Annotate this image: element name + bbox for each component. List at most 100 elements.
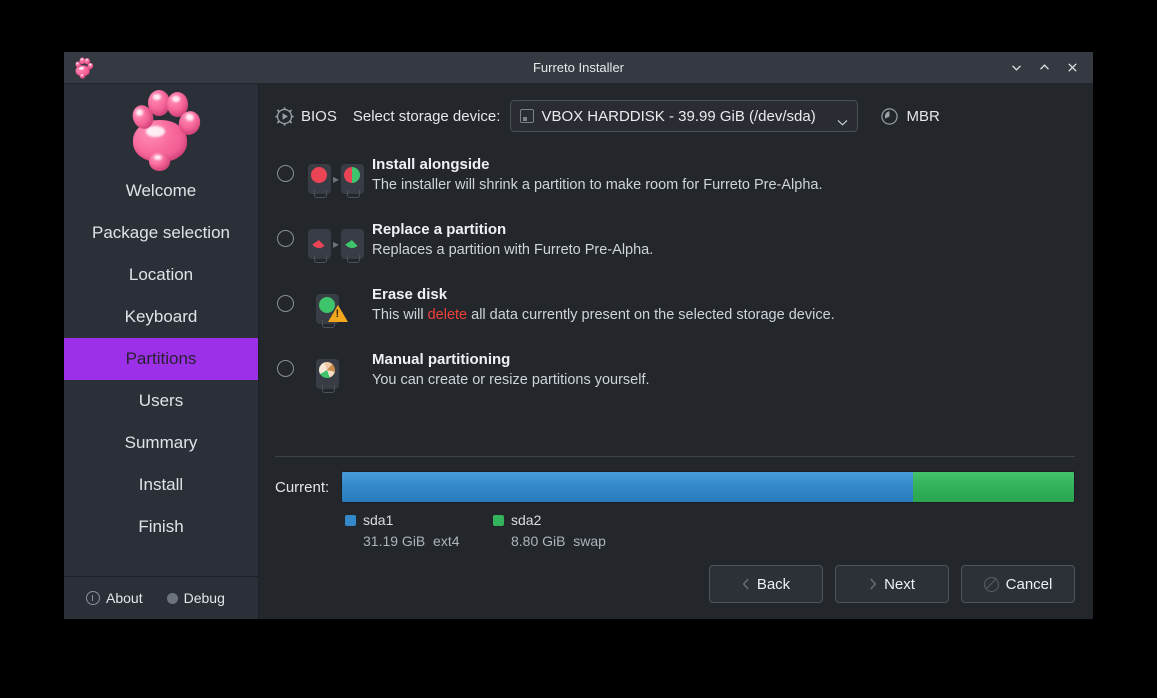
sidebar-footer: About Debug bbox=[64, 576, 258, 619]
install-options: ▸ Install alongside The installer will s… bbox=[259, 140, 1093, 406]
legend-detail: 8.80 GiB swap bbox=[493, 533, 641, 549]
warning-icon bbox=[328, 305, 348, 322]
partition-table-label: MBR bbox=[906, 107, 940, 125]
option-description: This will delete all data currently pres… bbox=[372, 307, 835, 323]
partition-legend: sda1 31.19 GiB ext4 sda2 8.80 GiB swap bbox=[275, 512, 1075, 549]
cancel-label: Cancel bbox=[1005, 575, 1053, 593]
sidebar-item-partitions[interactable]: Partitions bbox=[64, 338, 258, 380]
sidebar-item-label: Summary bbox=[124, 433, 198, 452]
debug-button[interactable]: Debug bbox=[166, 590, 225, 606]
radio-install-alongside[interactable] bbox=[277, 165, 294, 182]
partition-bar-row: Current: bbox=[275, 471, 1075, 503]
partition-segment-sda1[interactable] bbox=[342, 472, 913, 502]
window-controls bbox=[1005, 57, 1093, 79]
info-icon bbox=[86, 591, 100, 605]
legend-name: sda2 bbox=[511, 512, 542, 528]
device-row: BIOS Select storage device: VBOX HARDDIS… bbox=[259, 84, 1093, 140]
sidebar-item-package-selection[interactable]: Package selection bbox=[64, 212, 258, 254]
sidebar-item-users[interactable]: Users bbox=[64, 380, 258, 422]
paw-logo-icon bbox=[119, 88, 204, 174]
chevron-left-icon bbox=[742, 578, 750, 590]
sidebar-item-location[interactable]: Location bbox=[64, 254, 258, 296]
sidebar-logo bbox=[64, 84, 258, 171]
disk-pie-icon bbox=[880, 107, 899, 126]
sidebar: Welcome Package selection Location Keybo… bbox=[64, 84, 259, 619]
legend-swatch bbox=[493, 514, 504, 526]
legend-swatch bbox=[345, 514, 356, 526]
firmware-label: BIOS bbox=[301, 107, 337, 125]
window-title: Furreto Installer bbox=[532, 60, 625, 75]
partition-bar-label: Current: bbox=[275, 478, 330, 496]
option-title: Manual partitioning bbox=[372, 351, 511, 368]
option-title: Erase disk bbox=[372, 286, 448, 303]
option-description: Replaces a partition with Furreto Pre-Al… bbox=[372, 242, 654, 258]
radio-erase-disk[interactable] bbox=[277, 295, 294, 312]
partition-segment-sda2[interactable] bbox=[913, 472, 1074, 502]
legend-detail: 31.19 GiB ext4 bbox=[345, 533, 493, 549]
debug-icon bbox=[166, 592, 178, 604]
radio-replace-partition[interactable] bbox=[277, 230, 294, 247]
sidebar-item-label: Welcome bbox=[125, 181, 197, 200]
option-replace-partition[interactable]: ▸ Replace a partition Replaces a partiti… bbox=[275, 211, 1075, 276]
disk-replace-icon: ▸ bbox=[308, 222, 365, 266]
wizard-buttons: Back Next Cancel bbox=[259, 549, 1093, 619]
disk-shrink-icon: ▸ bbox=[308, 157, 365, 201]
storage-device-select[interactable]: VBOX HARDDISK - 39.99 GiB (/dev/sda) bbox=[510, 100, 859, 132]
sidebar-item-finish[interactable]: Finish bbox=[64, 506, 258, 548]
partition-preview: Current: sda1 31.19 GiB ext4 sda2 8.80 G… bbox=[275, 456, 1075, 549]
main-content: BIOS Select storage device: VBOX HARDDIS… bbox=[259, 84, 1093, 619]
sidebar-item-keyboard[interactable]: Keyboard bbox=[64, 296, 258, 338]
desc-highlight: delete bbox=[427, 307, 468, 323]
sidebar-nav: Welcome Package selection Location Keybo… bbox=[64, 170, 258, 548]
desc-part-1: This will bbox=[372, 307, 428, 323]
back-button[interactable]: Back bbox=[709, 565, 823, 603]
legend-item: sda2 8.80 GiB swap bbox=[493, 512, 641, 549]
close-button[interactable] bbox=[1061, 57, 1083, 79]
option-manual-partitioning[interactable]: Manual partitioning You can create or re… bbox=[275, 341, 1075, 406]
legend-fs: ext4 bbox=[433, 533, 460, 549]
sidebar-item-label: Finish bbox=[138, 517, 184, 536]
option-title: Replace a partition bbox=[372, 221, 507, 238]
chevron-down-icon bbox=[837, 113, 848, 126]
about-label: About bbox=[106, 590, 143, 606]
option-text: Install alongside The installer will shr… bbox=[372, 155, 822, 193]
partition-bar[interactable] bbox=[341, 471, 1075, 503]
sidebar-item-welcome[interactable]: Welcome bbox=[64, 170, 258, 212]
title-bar: Furreto Installer bbox=[64, 52, 1093, 84]
option-description: The installer will shrink a partition to… bbox=[372, 177, 823, 193]
option-text: Manual partitioning You can create or re… bbox=[372, 350, 650, 388]
sidebar-item-label: Partitions bbox=[125, 349, 197, 368]
minimize-button[interactable] bbox=[1005, 57, 1027, 79]
back-label: Back bbox=[756, 575, 791, 593]
option-description: You can create or resize partitions your… bbox=[372, 372, 650, 388]
firmware-indicator: BIOS bbox=[275, 106, 337, 126]
cancel-button[interactable]: Cancel bbox=[961, 565, 1075, 603]
legend-size: 31.19 GiB bbox=[363, 533, 426, 549]
option-text: Erase disk This will delete all data cur… bbox=[372, 285, 835, 323]
about-button[interactable]: About bbox=[86, 590, 143, 606]
radio-manual-partitioning[interactable] bbox=[277, 360, 294, 377]
sidebar-item-label: Install bbox=[138, 475, 184, 494]
sidebar-item-summary[interactable]: Summary bbox=[64, 422, 258, 464]
debug-label: Debug bbox=[183, 590, 225, 606]
desc-part-2: all data currently present on the select… bbox=[467, 307, 835, 323]
option-install-alongside[interactable]: ▸ Install alongside The installer will s… bbox=[275, 146, 1075, 211]
window-paw-icon bbox=[72, 57, 94, 79]
option-erase-disk[interactable]: Erase disk This will delete all data cur… bbox=[275, 276, 1075, 341]
next-button[interactable]: Next bbox=[835, 565, 949, 603]
legend-item: sda1 31.19 GiB ext4 bbox=[345, 512, 493, 549]
maximize-button[interactable] bbox=[1033, 57, 1055, 79]
sidebar-item-install[interactable]: Install bbox=[64, 464, 258, 506]
legend-fs: swap bbox=[573, 533, 606, 549]
installer-window: Furreto Installer Welcome Package select… bbox=[64, 52, 1093, 619]
disk-erase-warning-icon bbox=[308, 287, 364, 331]
sidebar-item-label: Location bbox=[128, 265, 194, 284]
sidebar-item-label: Package selection bbox=[92, 223, 230, 242]
option-text: Replace a partition Replaces a partition… bbox=[372, 220, 653, 258]
chevron-right-icon bbox=[869, 578, 877, 590]
ban-icon bbox=[983, 576, 999, 592]
legend-size: 8.80 GiB bbox=[511, 533, 566, 549]
gear-play-icon bbox=[275, 106, 294, 126]
partition-table-indicator: MBR bbox=[880, 107, 940, 126]
